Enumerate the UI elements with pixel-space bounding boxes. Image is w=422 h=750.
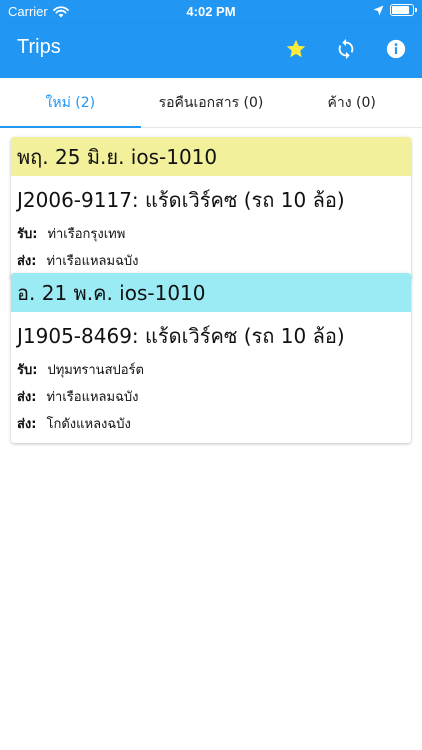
dropoff-label: ส่ง:: [17, 417, 37, 432]
trip-card-row: รับ: ท่าเรือกรุงเทพ: [11, 220, 411, 247]
pickup-label: รับ:: [17, 363, 38, 378]
trip-card-header: พฤ. 25 มิ.ย. ios-1010: [11, 137, 411, 176]
tab-new[interactable]: ใหม่ (2): [0, 78, 141, 128]
info-icon: [386, 39, 406, 59]
trip-card-row: รับ: ปทุมทรานสปอร์ต: [11, 356, 411, 383]
tab-pending[interactable]: ค้าง (0): [281, 78, 422, 127]
app-bar: Trips: [0, 24, 422, 78]
battery-icon: [390, 4, 417, 16]
trip-card[interactable]: อ. 21 พ.ค. ios-1010 J1905-8469: แร้ดเวิร…: [11, 273, 411, 443]
location-arrow-icon: [373, 5, 384, 15]
trip-card-title: J1905-8469: แร้ดเวิร์คซ (รถ 10 ล้อ): [17, 324, 345, 348]
trip-card-row: ส่ง: โกดังแหลงฉบัง: [11, 410, 411, 443]
status-time: 4:02 PM: [186, 4, 236, 19]
dropoff-value: โกดังแหลงฉบัง: [46, 417, 131, 432]
trip-card-title: J2006-9117: แร้ดเวิร์คซ (รถ 10 ล้อ): [17, 188, 345, 212]
favorite-button[interactable]: [284, 36, 308, 62]
trip-card[interactable]: พฤ. 25 มิ.ย. ios-1010 J2006-9117: แร้ดเว…: [11, 137, 411, 280]
pickup-value: ปทุมทรานสปอร์ต: [47, 363, 144, 378]
sync-icon: [338, 38, 354, 60]
dropoff-label: ส่ง:: [17, 390, 37, 405]
tab-bar: ใหม่ (2) รอคืนเอกสาร (0) ค้าง (0): [0, 78, 422, 128]
tab-awaiting-documents[interactable]: รอคืนเอกสาร (0): [141, 78, 282, 127]
dropoff-value: ท่าเรือแหลมฉบัง: [46, 254, 139, 269]
app-title: Trips: [17, 36, 61, 58]
sync-button[interactable]: [334, 36, 358, 62]
dropoff-value: ท่าเรือแหลมฉบัง: [46, 390, 139, 405]
dropoff-label: ส่ง:: [17, 254, 37, 269]
trip-card-row: ส่ง: ท่าเรือแหลมฉบัง: [11, 383, 411, 410]
app-actions: [284, 36, 408, 62]
trip-card-header: อ. 21 พ.ค. ios-1010: [11, 273, 411, 312]
pickup-label: รับ:: [17, 227, 38, 242]
status-bar: Carrier 4:02 PM: [0, 0, 422, 24]
pickup-value: ท่าเรือกรุงเทพ: [47, 227, 126, 242]
star-icon: [286, 39, 306, 58]
status-right: [373, 4, 417, 16]
info-button[interactable]: [384, 36, 408, 62]
battery-fill: [392, 6, 409, 14]
